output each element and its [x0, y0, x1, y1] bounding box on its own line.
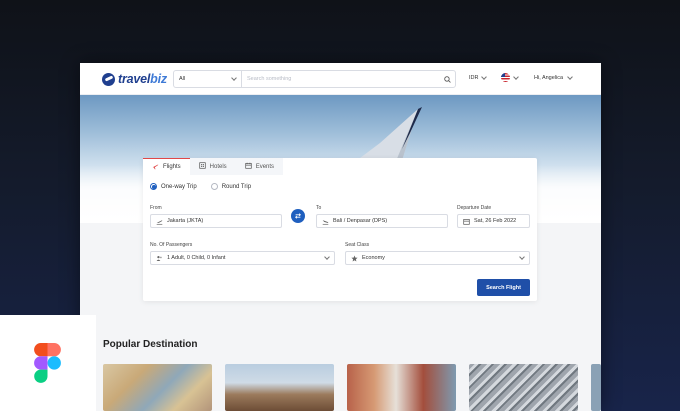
radio-selected-icon [150, 183, 157, 190]
calendar-icon [463, 218, 470, 225]
user-greeting: Hi, Angelica [534, 75, 564, 81]
departure-date-value: Sat, 26 Feb 2022 [474, 218, 517, 224]
star-icon [351, 255, 358, 262]
one-way-trip-radio[interactable]: One-way Trip [150, 183, 197, 190]
chevron-down-icon [481, 74, 488, 80]
destination-card-aerial-city[interactable] [469, 364, 578, 411]
departure-date-field[interactable]: Sat, 26 Feb 2022 [457, 214, 530, 228]
top-navigation-bar: travelbiz All Search something IDR Hi, A… [80, 63, 601, 95]
tab-flights[interactable]: Flights [143, 158, 190, 175]
destination-card-partial[interactable] [591, 364, 601, 411]
round-trip-label: Round Trip [221, 183, 252, 190]
search-category-dropdown[interactable]: All [174, 71, 242, 87]
chevron-down-icon [324, 254, 330, 260]
app-window: travelbiz All Search something IDR Hi, A… [80, 63, 601, 411]
plane-icon [152, 163, 159, 172]
passengers-icon [156, 255, 163, 262]
search-flight-button[interactable]: Search Flight [477, 279, 530, 296]
popular-destination-heading: Popular Destination [103, 339, 198, 350]
figma-logo-icon [34, 343, 61, 383]
chevron-down-icon [519, 254, 525, 260]
round-trip-radio[interactable]: Round Trip [210, 183, 252, 190]
passengers-label: No. Of Passengers [150, 242, 193, 248]
chevron-down-icon [567, 74, 573, 80]
seat-class-value: Economy [362, 255, 385, 261]
currency-value: IDR [469, 75, 479, 81]
departure-date-label: Departure Date [457, 205, 492, 211]
chevron-down-icon [513, 73, 519, 80]
from-label: From [150, 205, 162, 211]
takeoff-icon [156, 218, 163, 225]
passengers-dropdown[interactable]: 1 Adult, 0 Child, 0 Infant [150, 251, 335, 265]
chevron-down-icon [231, 75, 237, 81]
destination-card-temple[interactable] [225, 364, 334, 411]
seat-class-label: Seat Class [345, 242, 370, 248]
one-way-trip-label: One-way Trip [161, 183, 197, 190]
to-value: Bali / Denpasar (DPS) [333, 218, 388, 224]
tab-events[interactable]: Events [235, 158, 284, 175]
to-field[interactable]: Bali / Denpasar (DPS) [316, 214, 448, 228]
radio-unselected-icon [210, 183, 218, 190]
search-icon[interactable] [439, 75, 455, 83]
search-bar: All Search something [173, 70, 456, 88]
logo-text: travelbiz [118, 72, 167, 86]
destination-card-city-street[interactable] [347, 364, 456, 411]
us-flag-icon [501, 73, 510, 82]
tab-events-label: Events [255, 163, 275, 170]
swap-route-button[interactable] [291, 209, 305, 223]
search-category-value: All [179, 76, 186, 82]
language-selector[interactable] [501, 73, 519, 82]
landing-icon [322, 218, 329, 225]
user-menu[interactable]: Hi, Angelica [534, 74, 573, 81]
tab-flights-label: Flights [163, 164, 181, 170]
tab-hotels-label: Hotels [209, 163, 227, 170]
logo-icon [102, 72, 115, 86]
passengers-value: 1 Adult, 0 Child, 0 Infant [167, 255, 226, 261]
hotel-icon [199, 162, 206, 171]
events-icon [245, 162, 252, 171]
swap-icon [295, 213, 301, 219]
booking-tabs: Flights Hotels Events [143, 158, 284, 175]
seat-class-dropdown[interactable]: Economy [345, 251, 530, 265]
from-field[interactable]: Jakarta (JKTA) [150, 214, 282, 228]
to-label: To [316, 205, 322, 211]
destination-card-map[interactable] [103, 364, 212, 411]
from-value: Jakarta (JKTA) [167, 218, 204, 224]
search-input[interactable]: Search something [242, 76, 439, 82]
tab-hotels[interactable]: Hotels [189, 158, 236, 175]
travelbiz-logo[interactable]: travelbiz [102, 72, 167, 86]
currency-selector[interactable]: IDR [469, 74, 488, 81]
trip-type-options: One-way Trip Round Trip [150, 183, 251, 190]
